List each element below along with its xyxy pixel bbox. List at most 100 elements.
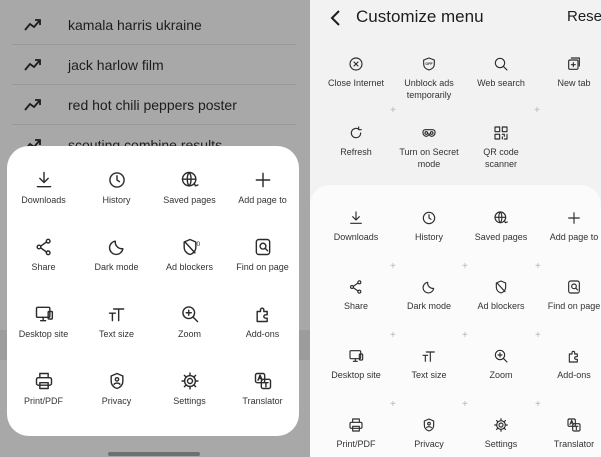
menu-item-share[interactable]: Share <box>7 227 80 294</box>
menu-item-ad-blockers[interactable]: 0 Ad blockers <box>153 227 226 294</box>
suggestion-item[interactable]: kamala harris ukraine <box>12 5 296 45</box>
available-item-turn-on-secret-mode[interactable]: Turn on Secret mode <box>389 125 469 170</box>
menu-item-print-pdf[interactable]: Print/PDF <box>7 361 80 428</box>
menu-item-label: Print/PDF <box>23 396 63 406</box>
menu-item-saved-pages[interactable]: Saved pages <box>153 160 226 227</box>
current-item-label: Saved pages <box>474 232 528 242</box>
new-tab-icon <box>568 57 580 70</box>
menu-row: Print/PDF Privacy Settings Translator <box>7 361 299 428</box>
current-item-label: Privacy <box>414 439 444 449</box>
label-line: temporarily <box>406 90 452 100</box>
menu-item-text-size[interactable]: Text size <box>80 294 153 361</box>
saved-pages-icon <box>494 211 508 224</box>
current-item-desktop-site[interactable]: Desktop site <box>316 348 396 381</box>
menu-item-add-page-to[interactable]: Add page to <box>226 160 299 227</box>
menu-item-settings[interactable]: Settings <box>153 361 226 428</box>
header: Customize menu Reset <box>310 0 601 36</box>
current-item-label: Share <box>343 301 369 311</box>
current-item-label: Add-ons <box>557 370 591 380</box>
desktop-icon <box>349 350 364 362</box>
close-circle-icon <box>349 57 363 71</box>
menu-item-label: Settings <box>173 396 206 406</box>
available-item-label: Refresh <box>340 147 372 157</box>
current-item-zoom[interactable]: Zoom <box>461 348 541 381</box>
gear-icon <box>180 372 199 390</box>
text-size-icon <box>108 308 124 322</box>
menu-item-dark-mode[interactable]: Dark mode <box>80 227 153 294</box>
menu-bottom-sheet: Downloads History Saved pages Add page to Sh… <box>7 146 299 436</box>
available-item-new-tab[interactable]: New tab <box>534 56 601 89</box>
current-item-add-ons[interactable]: Add-ons <box>534 348 601 381</box>
ad-blocker-count: 0 <box>196 241 200 248</box>
menu-item-label: Zoom <box>177 329 201 339</box>
current-item-dark-mode[interactable]: Dark mode <box>389 279 469 312</box>
menu-item-label: Add-ons <box>245 329 280 339</box>
available-item-label: Turn on Secret mode <box>399 146 458 170</box>
moon-icon <box>108 240 124 256</box>
menu-item-label: Share <box>31 262 56 272</box>
zoom-icon <box>181 306 198 323</box>
available-item-unblock-ads-temporarily[interactable]: OFF Unblock ads temporarily <box>389 56 469 101</box>
trending-icon <box>24 58 41 71</box>
menu-item-privacy[interactable]: Privacy <box>80 361 153 428</box>
available-item-close-internet[interactable]: Close Internet <box>316 56 396 89</box>
menu-item-add-ons[interactable]: Add-ons <box>226 294 299 361</box>
menu-grid: Downloads History Saved pages Add page to Sh… <box>7 160 299 428</box>
label-line: mode <box>417 159 441 169</box>
home-indicator <box>108 452 200 456</box>
current-item-label: Find on page <box>547 301 601 311</box>
menu-row: Share Dark mode 0 Ad blockers Find on page <box>7 227 299 294</box>
zoom-icon <box>494 349 508 363</box>
suggestion-text: jack harlow film <box>68 56 164 73</box>
browser-page-dimmed: kamala harris ukraine jack harlow film r… <box>0 0 310 457</box>
drop-slot-marker: + <box>390 261 396 272</box>
current-item-label: Settings <box>484 439 518 449</box>
menu-item-downloads[interactable]: Downloads <box>7 160 80 227</box>
drop-slot-marker: + <box>390 399 396 410</box>
current-item-print-pdf[interactable]: Print/PDF <box>316 417 396 450</box>
menu-item-label: Ad blockers <box>165 262 214 272</box>
label-line: QR code <box>483 147 519 157</box>
current-item-history[interactable]: History <box>389 210 469 243</box>
text-size-icon <box>422 351 435 362</box>
current-item-text-size[interactable]: Text size <box>389 348 469 381</box>
current-item-ad-blockers[interactable]: Ad blockers <box>461 279 541 312</box>
menu-item-translator[interactable]: Translator <box>226 361 299 428</box>
moon-icon <box>422 281 435 294</box>
back-arrow-icon[interactable] <box>328 8 344 28</box>
search-icon <box>494 57 508 71</box>
current-item-label: Dark mode <box>406 301 451 311</box>
current-item-add-page-to[interactable]: Add page to <box>534 210 601 243</box>
current-item-label: Print/PDF <box>336 439 376 449</box>
available-item-refresh[interactable]: Refresh <box>316 125 396 158</box>
current-item-downloads[interactable]: Downloads <box>316 210 396 243</box>
translate-icon <box>254 372 271 390</box>
suggestion-item[interactable]: red hot chili peppers poster <box>12 85 296 125</box>
drop-slot-marker: + <box>535 399 541 410</box>
drop-slot-marker: + <box>462 330 468 341</box>
label-line: Unblock ads <box>404 78 454 88</box>
trending-icon <box>24 98 41 111</box>
current-item-settings[interactable]: Settings <box>461 417 541 450</box>
find-icon <box>255 238 270 256</box>
shield-icon: 0 <box>182 238 200 256</box>
current-item-find-on-page[interactable]: Find on page <box>534 279 601 312</box>
menu-item-history[interactable]: History <box>80 160 153 227</box>
menu-item-zoom[interactable]: Zoom <box>153 294 226 361</box>
available-item-qr-code-scanner[interactable]: QR code scanner <box>461 125 541 170</box>
menu-item-label: Dark mode <box>94 262 139 272</box>
current-item-share[interactable]: Share <box>316 279 396 312</box>
menu-item-desktop-site[interactable]: Desktop site <box>7 294 80 361</box>
current-item-translator[interactable]: Translator <box>534 417 601 450</box>
menu-item-label: History <box>102 195 131 205</box>
menu-item-find-on-page[interactable]: Find on page <box>226 227 299 294</box>
share-icon <box>35 238 51 256</box>
current-item-saved-pages[interactable]: Saved pages <box>461 210 541 243</box>
qr-icon <box>494 126 508 140</box>
current-item-privacy[interactable]: Privacy <box>389 417 469 450</box>
available-item-web-search[interactable]: Web search <box>461 56 541 89</box>
reset-button[interactable]: Reset <box>567 8 601 25</box>
drop-slot-marker: + <box>390 330 396 341</box>
suggestion-item[interactable]: jack harlow film <box>12 45 296 85</box>
desktop-icon <box>35 306 53 322</box>
